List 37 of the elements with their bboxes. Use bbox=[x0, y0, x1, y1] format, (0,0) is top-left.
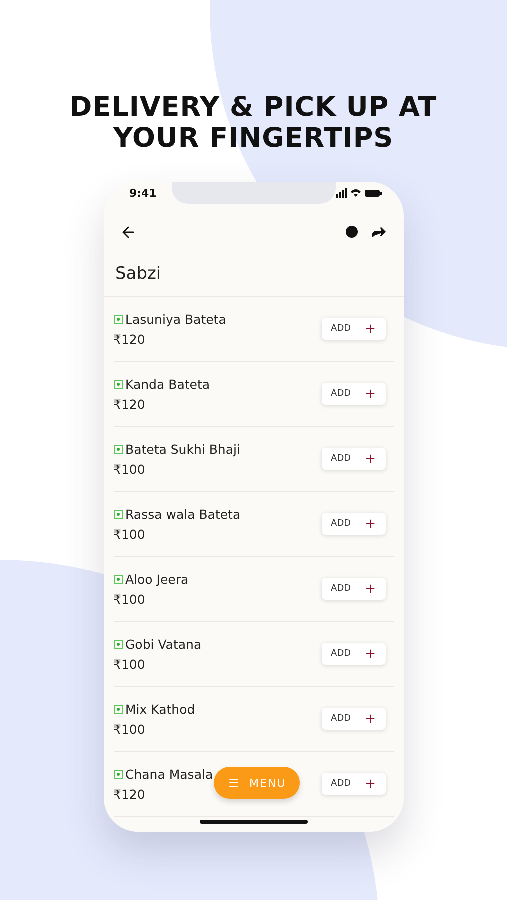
dish-price: ₹100 bbox=[114, 526, 146, 542]
veg-icon bbox=[114, 510, 122, 518]
status-icons bbox=[336, 188, 382, 198]
status-time: 9:41 bbox=[130, 186, 157, 200]
dish-name: Chana Masala bbox=[126, 766, 214, 782]
dish-name: Lasuniya Bateta bbox=[126, 312, 226, 326]
veg-icon bbox=[114, 770, 122, 778]
add-button[interactable]: ADD + bbox=[322, 578, 386, 600]
dish-name: Mix Kathod bbox=[126, 702, 196, 716]
add-button[interactable]: ADD + bbox=[322, 448, 386, 470]
dish-price: ₹120 bbox=[114, 786, 146, 802]
add-button[interactable]: ADD + bbox=[322, 773, 386, 795]
veg-icon bbox=[114, 704, 122, 714]
dish-name: Kanda Bateta bbox=[126, 376, 210, 392]
dish-name: Aloo Jeera bbox=[126, 572, 189, 586]
add-button[interactable]: ADD + bbox=[322, 643, 386, 665]
dish-price: ₹120 bbox=[114, 396, 146, 412]
dish-price: ₹100 bbox=[114, 656, 146, 672]
dish-price: ₹100 bbox=[114, 722, 146, 736]
veg-icon bbox=[114, 444, 122, 454]
veg-icon bbox=[114, 640, 122, 648]
dish-price: ₹100 bbox=[114, 462, 146, 476]
veg-icon bbox=[114, 380, 122, 388]
dish-price: ₹100 bbox=[114, 592, 146, 606]
dish-name: Gobi Vatana bbox=[126, 636, 202, 652]
page-title: Sabzi bbox=[114, 263, 162, 286]
veg-icon bbox=[114, 314, 122, 324]
dish-name: Rassa wala Bateta bbox=[126, 506, 241, 522]
veg-icon bbox=[114, 574, 122, 584]
add-button[interactable]: ADD + bbox=[322, 383, 386, 405]
add-button[interactable]: ADD + bbox=[322, 708, 386, 730]
dish-price: ₹120 bbox=[114, 332, 146, 346]
add-button[interactable]: ADD + bbox=[322, 318, 386, 340]
headline: DELIVERY & PICK UP AT YOUR FINGERTIPS bbox=[70, 92, 438, 154]
add-button[interactable]: ADD + bbox=[322, 513, 386, 535]
menu-icon bbox=[228, 777, 240, 789]
dish-name: Bateta Sukhi Bhaji bbox=[126, 442, 240, 456]
